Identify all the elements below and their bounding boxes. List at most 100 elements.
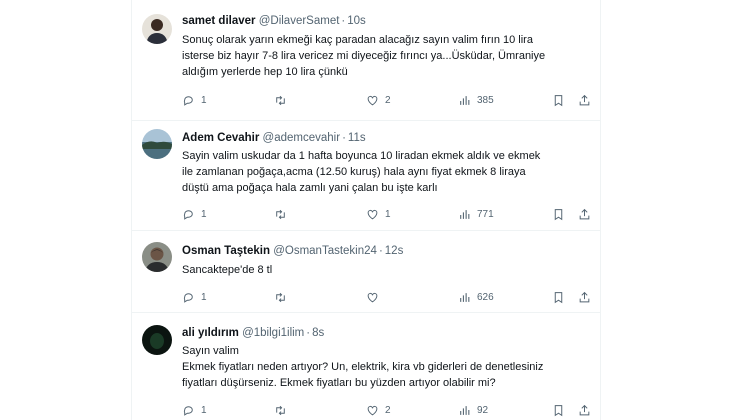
views-button[interactable]: 385 — [458, 92, 494, 108]
reply-icon — [183, 405, 193, 416]
author-handle[interactable]: @DilaverSamet — [259, 15, 340, 27]
separator-dot: · — [306, 327, 311, 339]
reply-button[interactable]: 1 — [182, 92, 207, 108]
retweet-button[interactable] — [274, 206, 293, 222]
share-icon — [579, 404, 590, 415]
reply-button[interactable]: 1 — [182, 206, 207, 222]
tweet[interactable]: Adem Cevahir @ademcevahir · 11s Sayin vali… — [132, 121, 600, 231]
author-name[interactable]: ali yıldırım — [182, 327, 239, 339]
tweet-header: Osman Taştekin @OsmanTastekin24 · 12s — [182, 244, 403, 258]
retweet-icon — [276, 292, 285, 302]
views-button[interactable]: 771 — [458, 206, 494, 222]
reply-icon — [183, 209, 193, 220]
tweet-text-line: Sayin valim uskudar da 1 hafta boyunca 1… — [182, 150, 541, 162]
bookmark-button[interactable] — [552, 289, 565, 305]
author-handle[interactable]: @OsmanTastekin24 — [273, 245, 377, 257]
tweet-text-line: düştü ama poğaça hala zamlı yani çalan b… — [182, 182, 438, 194]
tweet-text-line: fiyatları düşürseniz. Ekmek fiyatları bu… — [182, 377, 496, 389]
tweet-text-line: ile zamlanan poğaça,acma (12.50 kuruş) h… — [182, 166, 526, 178]
bookmark-button[interactable] — [552, 92, 565, 108]
author-name[interactable]: samet dilaver — [182, 15, 256, 27]
like-button[interactable]: 1 — [366, 206, 391, 222]
tweet-text-line: Sonuç olarak yarın ekmeği kaç paradan al… — [182, 34, 533, 46]
tweet[interactable]: samet dilaver @DilaverSamet · 10s Sonuç ol… — [132, 0, 600, 121]
timeline: samet dilaver @DilaverSamet · 10s Sonuç ol… — [131, 0, 601, 420]
tweet-actions: 1 1 771 — [182, 206, 592, 222]
share-icon — [579, 208, 590, 219]
share-button[interactable] — [578, 92, 591, 108]
tweet-text: Sayın valim Ekmek fiyatları neden artıyo… — [182, 343, 592, 391]
avatar[interactable] — [142, 242, 172, 272]
reply-button[interactable]: 1 — [182, 289, 207, 305]
bookmark-button[interactable] — [552, 206, 565, 222]
tweet-header: Adem Cevahir @ademcevahir · 11s — [182, 131, 366, 145]
tweet-text: Sonuç olarak yarın ekmeği kaç paradan al… — [182, 32, 592, 80]
reply-count: 1 — [201, 291, 207, 303]
tweet-text-line: aldığım yerlerde hep 10 lira çünkü — [182, 66, 348, 78]
views-count: 92 — [477, 404, 489, 416]
share-button[interactable] — [578, 289, 591, 305]
tweet-actions: 1 626 — [182, 289, 592, 305]
bookmark-icon — [554, 291, 563, 303]
reply-icon — [183, 95, 193, 106]
tweet-header: ali yıldırım @1bilgi1ilim · 8s — [182, 326, 324, 340]
like-button[interactable]: 2 — [366, 92, 391, 108]
timestamp[interactable]: 8s — [312, 327, 324, 339]
like-count: 2 — [385, 404, 391, 416]
timestamp[interactable]: 12s — [385, 245, 404, 257]
bookmark-icon — [554, 94, 563, 106]
like-icon — [367, 209, 378, 219]
views-button[interactable]: 626 — [458, 289, 494, 305]
timestamp[interactable]: 10s — [347, 15, 366, 27]
timestamp[interactable]: 11s — [348, 132, 366, 144]
like-button[interactable]: 2 — [366, 402, 391, 418]
like-icon — [367, 95, 378, 105]
reply-button[interactable]: 1 — [182, 402, 207, 418]
reply-count: 1 — [201, 208, 207, 220]
reply-count: 1 — [201, 94, 207, 106]
author-name[interactable]: Osman Taştekin — [182, 245, 270, 257]
tweet[interactable]: ali yıldırım @1bilgi1ilim · 8s Sayın valim… — [132, 313, 600, 420]
retweet-icon — [276, 209, 285, 219]
avatar[interactable] — [142, 325, 172, 355]
like-count: 1 — [385, 208, 391, 220]
tweet-text-line: Sancaktepe'de 8 tl — [182, 264, 273, 276]
retweet-icon — [276, 95, 285, 105]
views-count: 771 — [477, 208, 494, 220]
retweet-button[interactable] — [274, 92, 293, 108]
like-icon — [367, 292, 378, 302]
separator-dot: · — [341, 15, 346, 27]
retweet-icon — [276, 405, 285, 415]
author-name[interactable]: Adem Cevahir — [182, 132, 259, 144]
share-button[interactable] — [578, 402, 591, 418]
avatar[interactable] — [142, 14, 172, 44]
separator-dot: · — [378, 245, 383, 257]
share-button[interactable] — [578, 206, 591, 222]
views-icon — [460, 405, 470, 415]
tweet-actions: 1 2 92 — [182, 402, 592, 418]
avatar[interactable] — [142, 129, 172, 159]
tweet[interactable]: Osman Taştekin @OsmanTastekin24 · 12s Sanc… — [132, 231, 600, 313]
tweet-actions: 1 2 385 — [182, 92, 592, 108]
reply-icon — [183, 292, 193, 303]
reply-count: 1 — [201, 404, 207, 416]
author-handle[interactable]: @1bilgi1ilim — [242, 327, 304, 339]
views-icon — [460, 95, 470, 105]
author-handle[interactable]: @ademcevahir — [263, 132, 341, 144]
retweet-button[interactable] — [274, 402, 293, 418]
share-icon — [579, 291, 590, 302]
views-icon — [460, 209, 470, 219]
tweet-text-line: Ekmek fiyatları neden artıyor? Un, elekt… — [182, 361, 544, 373]
bookmark-icon — [554, 208, 563, 220]
like-count: 2 — [385, 94, 391, 106]
separator-dot: · — [342, 132, 346, 144]
tweet-text: Sayin valim uskudar da 1 hafta boyunca 1… — [182, 148, 592, 196]
views-count: 385 — [477, 94, 494, 106]
like-button[interactable] — [366, 289, 385, 305]
bookmark-icon — [554, 404, 563, 416]
retweet-button[interactable] — [274, 289, 293, 305]
like-icon — [367, 405, 378, 415]
bookmark-button[interactable] — [552, 402, 565, 418]
share-icon — [579, 94, 590, 105]
views-button[interactable]: 92 — [458, 402, 488, 418]
